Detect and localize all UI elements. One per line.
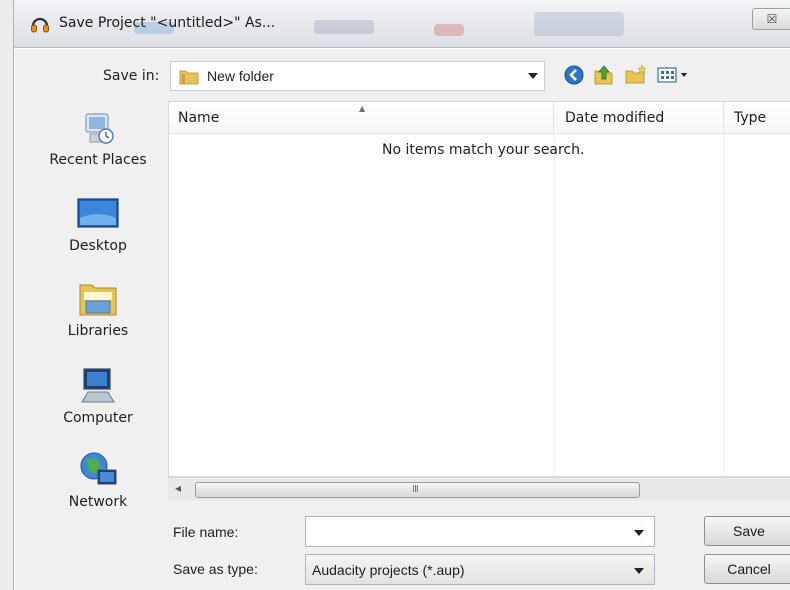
view-menu-icon[interactable]: [655, 62, 695, 88]
column-label: Name: [178, 110, 220, 126]
place-label: Libraries: [67, 323, 129, 339]
save-in-dropdown[interactable]: New folder: [170, 61, 545, 91]
column-label: Type: [734, 110, 767, 126]
column-divider: [554, 134, 555, 478]
column-header-type[interactable]: Type: [724, 102, 790, 134]
place-computer[interactable]: Computer: [38, 366, 158, 426]
save-in-label: Save in:: [103, 68, 160, 84]
close-button[interactable]: ☒: [752, 8, 790, 30]
window-title: Save Project "<untitled>" As...: [59, 15, 276, 31]
recent-places-icon: [85, 113, 114, 144]
window-frame: [0, 0, 14, 590]
blurred-background: [534, 12, 624, 36]
computer-icon: [81, 368, 115, 403]
file-name-label: File name:: [173, 524, 239, 540]
scroll-left-icon[interactable]: ◂: [175, 481, 181, 495]
place-libraries[interactable]: Libraries: [38, 279, 158, 339]
column-label: Date modified: [565, 110, 665, 126]
column-divider: [724, 134, 725, 478]
desktop-icon: [77, 198, 119, 228]
place-label: Recent Places: [49, 152, 147, 168]
grip-icon: III: [412, 484, 419, 495]
chevron-down-icon: [528, 73, 538, 79]
column-header-date-modified[interactable]: Date modified: [554, 102, 724, 134]
libraries-icon: [79, 284, 117, 316]
chevron-down-icon: [634, 568, 644, 574]
chevron-down-icon[interactable]: [634, 530, 644, 536]
network-icon: [80, 452, 117, 485]
up-folder-icon[interactable]: [591, 62, 617, 88]
audacity-headphones-icon: [31, 17, 49, 33]
blurred-background: [314, 20, 374, 34]
scrollbar-thumb[interactable]: III: [195, 482, 640, 498]
place-label: Computer: [63, 410, 133, 426]
horizontal-scrollbar[interactable]: ◂ III: [168, 477, 790, 501]
folder-icon: [179, 70, 199, 85]
save-as-type-label: Save as type:: [173, 561, 258, 577]
place-label: Desktop: [69, 238, 127, 254]
blurred-background: [434, 24, 464, 36]
place-label: Network: [68, 494, 128, 510]
empty-message: No items match your search.: [382, 142, 585, 158]
save-in-value: New folder: [207, 68, 274, 84]
place-network[interactable]: Network: [38, 450, 158, 510]
save-button[interactable]: Save: [704, 516, 790, 546]
save-as-type-value: Audacity projects (*.aup): [312, 562, 465, 578]
new-folder-icon[interactable]: [623, 62, 649, 88]
place-recent-places[interactable]: Recent Places: [38, 108, 158, 168]
cancel-button[interactable]: Cancel: [704, 554, 790, 584]
save-as-type-dropdown[interactable]: Audacity projects (*.aup): [305, 554, 655, 585]
place-desktop[interactable]: Desktop: [38, 194, 158, 254]
file-list[interactable]: ▲ Name Date modified Type No items match…: [168, 101, 790, 478]
sort-ascending-icon: ▲: [359, 104, 366, 113]
column-header-name[interactable]: ▲ Name: [169, 102, 554, 134]
back-icon[interactable]: [561, 62, 587, 88]
file-name-input[interactable]: [305, 516, 655, 547]
